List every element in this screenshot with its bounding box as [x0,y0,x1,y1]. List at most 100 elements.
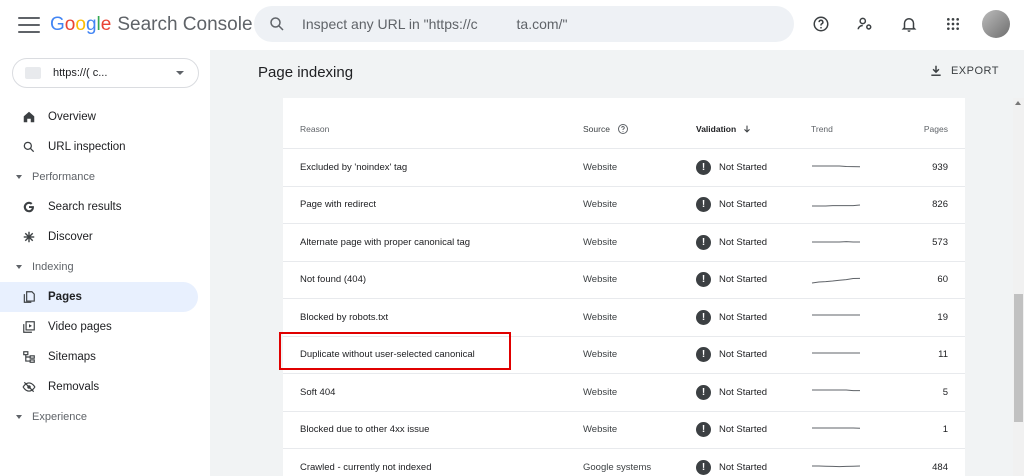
sidebar-item-discover[interactable]: Discover [0,222,210,252]
trend-cell [811,262,861,299]
trend-cell [811,449,861,476]
sidebar-item-video-pages[interactable]: Video pages [0,312,210,342]
warning-icon: ! [696,272,711,288]
sidebar: https://( c... Overview URL inspection P… [0,50,210,476]
pages-cell: 1 [942,424,948,436]
section-label: Performance [32,171,95,183]
search-input[interactable] [302,16,782,32]
trend-sparkline [812,352,860,354]
source-cell: Website [583,274,618,286]
validation-status: Not Started [719,161,768,173]
sitemap-icon [22,350,36,364]
apps-icon [947,18,959,30]
help-button[interactable] [806,9,836,39]
section-indexing[interactable]: Indexing [0,252,210,282]
sort-down-arrow-icon [744,125,751,133]
validation-status: Not Started [719,386,768,398]
warning-icon: ! [696,347,711,363]
collapse-arrow-icon [16,175,22,179]
trend-cell [811,224,861,261]
property-selector[interactable]: https://( c... [12,58,199,88]
apps-button[interactable] [938,9,968,39]
logo-letter: g [85,14,97,35]
table-row[interactable]: Soft 404 Website! Not Started 5 [283,374,965,412]
section-performance[interactable]: Performance [0,162,210,192]
reason-cell: Crawled - currently not indexed [300,461,432,473]
trend-cell [811,299,861,336]
table-row[interactable]: Blocked by robots.txt Website! Not Started… [283,299,965,337]
scroll-up-arrow-icon[interactable] [1015,101,1021,105]
warning-icon: ! [696,309,711,325]
sidebar-item-removals[interactable]: Removals [0,372,210,402]
reason-cell: Duplicate without user-selected canonica… [300,349,475,361]
export-label: EXPORT [950,65,999,77]
sidebar-item-url-inspection[interactable]: URL inspection [0,132,210,162]
section-label: Indexing [32,261,74,273]
search-icon [22,140,36,154]
validation-status: Not Started [719,424,768,436]
table-row[interactable]: Excluded by 'noindex' tag Website! Not Sta… [283,149,965,187]
trend-sparkline [812,241,860,243]
source-cell: Website [583,236,618,248]
pages-cell: 573 [932,236,948,248]
account-settings-button[interactable] [850,9,880,39]
sidebar-item-search-results[interactable]: Search results [0,192,210,222]
video-pages-icon [22,320,36,334]
notifications-button[interactable] [894,9,924,39]
vertical-scrollbar[interactable] [1013,98,1024,476]
column-header-trend: Trend [811,123,833,134]
column-header-label: Validation [696,123,737,134]
warning-icon: ! [696,159,711,175]
table-row[interactable]: Not found (404) Website! Not Started 60 [283,262,965,299]
validation-cell: ! Not Started [696,187,767,224]
pages-icon [22,290,36,304]
warning-icon: ! [696,422,711,438]
search-icon [270,17,284,31]
help-icon[interactable] [617,123,629,135]
column-header-label: Source [583,123,610,134]
trend-line [812,389,860,392]
sidebar-nav: Overview URL inspection Performance Sear… [0,102,210,432]
google-search-console-logo[interactable]: Google Search Console [50,14,253,36]
sidebar-item-pages[interactable]: Pages [0,282,198,312]
reason-cell: Alternate page with proper canonical tag [300,236,471,248]
eye-off-icon [22,380,36,394]
logo-letter: o [64,14,76,35]
validation-status: Not Started [719,349,768,361]
trend-line [811,277,861,284]
pages-cell: 826 [932,199,948,211]
column-header-source[interactable]: Source [583,109,629,148]
table-header: Reason Source Validation Trend Pages [283,109,965,149]
trend-sparkline [812,465,861,468]
indexing-issues-table: Reason Source Validation Trend Pages Exc… [283,98,965,476]
url-inspection-search[interactable] [254,6,794,42]
export-button[interactable]: EXPORT [929,64,999,78]
section-experience[interactable]: Experience [0,402,210,432]
warning-icon: ! [696,234,711,250]
collapse-arrow-icon [16,265,22,269]
trend-cell [811,412,861,449]
trend-cell [811,374,861,411]
table-row[interactable]: Page with redirect Website! Not Started 826 [283,187,965,224]
main-menu-button[interactable] [18,17,40,33]
validation-cell: ! Not Started [696,149,767,186]
table-row[interactable]: Blocked due to other 4xx issue Website! No… [283,412,965,449]
table-row[interactable]: Alternate page with proper canonical tag… [283,224,965,262]
table-row[interactable]: Duplicate without user-selected canonica… [283,337,965,374]
dropdown-caret-icon [176,71,184,75]
account-avatar[interactable] [982,10,1010,38]
pages-cell: 939 [932,161,948,173]
scrollbar-thumb[interactable] [1014,294,1023,422]
sidebar-item-overview[interactable]: Overview [0,102,210,132]
sidebar-item-label: Pages [48,291,82,303]
top-app-bar: Google Search Console [0,0,1024,50]
column-header-validation[interactable]: Validation [696,109,752,148]
sidebar-item-label: Search results [48,201,122,213]
column-header-reason[interactable]: Reason [300,109,329,148]
sidebar-item-sitemaps[interactable]: Sitemaps [0,342,210,372]
column-header-pages[interactable]: Pages [924,109,948,148]
validation-cell: ! Not Started [696,299,767,336]
reason-cell: Soft 404 [300,386,336,398]
table-row[interactable]: Crawled - currently not indexed Google sy… [283,449,965,476]
sidebar-item-label: Discover [48,231,93,243]
